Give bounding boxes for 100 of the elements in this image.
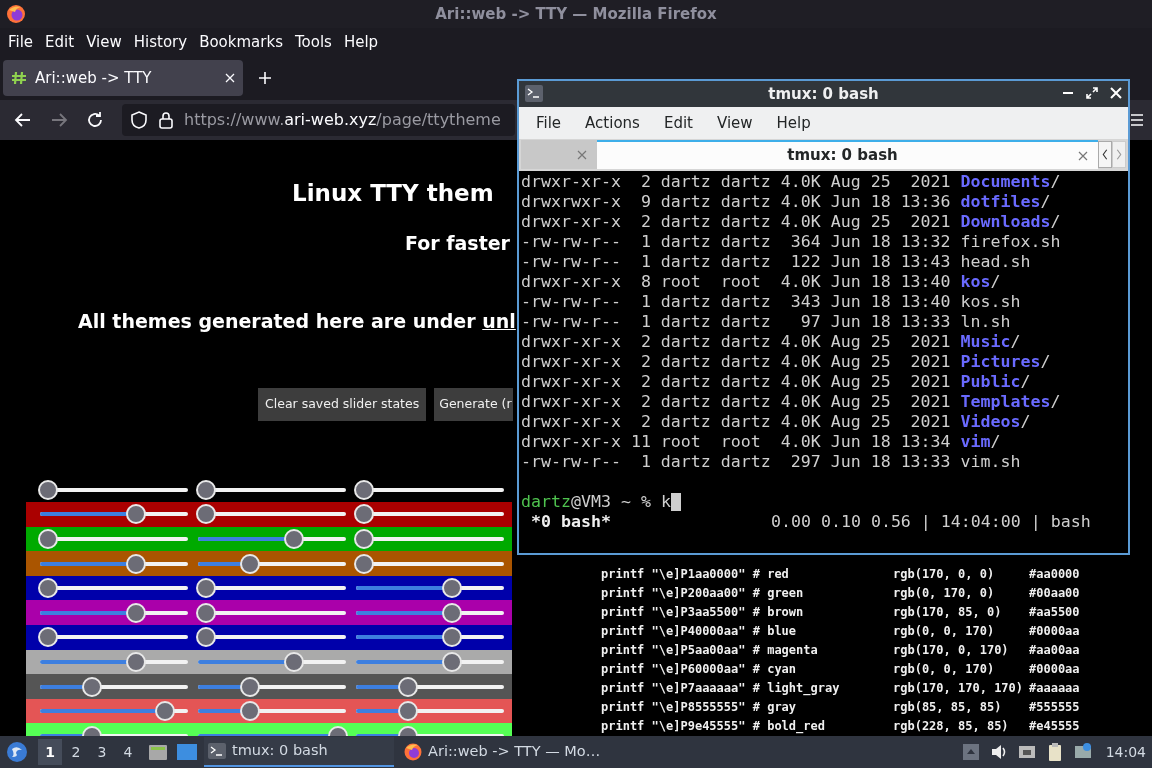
scroll-left-icon[interactable] [1098,141,1112,168]
slider[interactable] [38,627,190,648]
terminal-line: drwxr-xr-x 11 root root 4.0K Jun 18 13:34 vim/ [521,432,1001,452]
hex-text: #aaaaaa [1029,679,1080,697]
menu-item[interactable]: History [127,30,194,54]
terminal-line: drwxr-xr-x 2 dartz dartz 4.0K Aug 25 2021 Documents/ [521,172,1061,192]
slider[interactable] [38,553,190,574]
slider[interactable] [38,676,190,697]
browser-tab[interactable]: Ari::web -> TTY [3,60,243,96]
back-icon[interactable] [14,111,32,129]
menu-item[interactable]: File [525,111,573,135]
slider[interactable] [354,553,506,574]
slider[interactable] [196,701,348,722]
slider[interactable] [354,602,506,623]
slider[interactable] [354,627,506,648]
slider[interactable] [354,676,506,697]
file-manager-icon[interactable] [148,742,168,762]
workspace-button[interactable]: 1 [38,739,62,765]
start-menu-icon[interactable] [6,741,28,763]
terminal-line: drwxr-xr-x 2 dartz dartz 4.0K Aug 25 2021 Public/ [521,372,1031,392]
taskbar-button[interactable]: tmux: 0 bash [204,737,394,767]
slider[interactable] [38,651,190,672]
terminal-line: drwxr-xr-x 2 dartz dartz 4.0K Aug 25 2021 Downloads/ [521,212,1061,232]
hex-text: #aa5500 [1029,603,1080,621]
firefox-icon [404,743,422,761]
hex-text: #0000aa [1029,622,1080,640]
menu-icon[interactable] [1130,113,1144,127]
menu-item[interactable]: Tools [288,30,338,54]
terminal-tab[interactable]: tmux: 0 bash [597,140,1098,169]
menu-item[interactable]: Help [337,30,385,54]
maximize-icon[interactable] [1086,87,1098,99]
address-bar[interactable]: https://www.ari-web.xyz/page/ttytheme [122,104,515,136]
slider[interactable] [38,701,190,722]
new-tab-icon[interactable] [257,70,273,86]
terminal-line: -rw-rw-r-- 1 dartz dartz 297 Jun 18 13:33 vim.sh [521,452,1021,472]
menu-item[interactable]: Edit [652,111,704,135]
code-text: printf "\e]P200aa00" # green [601,584,805,602]
slider[interactable] [354,701,506,722]
slider[interactable] [196,651,348,672]
menu-item[interactable]: Actions [574,111,651,135]
slider[interactable] [196,529,348,549]
slider[interactable] [196,553,348,574]
rgb-text: rgb(170, 0, 170) [893,641,1010,659]
menu-item[interactable]: View [705,111,764,135]
slider[interactable] [196,479,348,500]
rgb-text: rgb(85, 85, 85) [893,698,1003,716]
hex-text: #00aa00 [1029,584,1080,602]
slider[interactable] [354,651,506,672]
slider[interactable] [354,529,506,549]
code-text: printf "\e]P60000aa" # cyan [601,660,798,678]
code-text: printf "\e]P40000aa" # blue [601,622,798,640]
rgb-text: rgb(170, 85, 0) [893,603,1003,621]
page-heading: Linux TTY them [292,179,494,208]
terminal-prompt[interactable]: dartz@VM3 ~ % k [521,492,681,512]
workspace-button[interactable]: 2 [64,739,88,765]
tmux-status-text: 0.00 0.10 0.56 | 14:04:00 | bash [771,512,1091,532]
forward-icon[interactable] [50,111,68,129]
slider[interactable] [38,602,190,623]
page-button[interactable]: Generate (r [434,387,514,421]
firefox-icon [6,4,26,24]
desktop-icon[interactable] [176,742,198,762]
terminal-line: drwxrwxr-x 9 dartz dartz 4.0K Jun 18 13:36 dotfiles/ [521,192,1051,212]
menu-item[interactable]: View [80,30,128,54]
slider[interactable] [38,504,190,525]
terminal-line: drwxr-xr-x 2 dartz dartz 4.0K Aug 25 2021 Pictures/ [521,352,1051,372]
page-button[interactable]: Clear saved slider states [258,387,427,421]
slider[interactable] [354,504,506,525]
slider[interactable] [196,602,348,623]
workspace-button[interactable]: 4 [116,739,140,765]
clock[interactable]: 14:04 [1105,741,1146,763]
code-text: printf "\e]P7aaaaaa" # light_gray [601,679,841,698]
slider[interactable] [354,479,506,500]
menu-item[interactable]: File [2,30,40,54]
rgb-text: rgb(170, 0, 0) [893,565,996,583]
slider[interactable] [38,479,190,500]
url-text: https://www.ari-web.xyz/page/ttytheme [184,109,501,131]
tmux-window-label: *0 bash* [530,512,612,532]
slider[interactable] [38,529,190,549]
menu-item[interactable]: Bookmarks [193,30,289,54]
slider[interactable] [196,676,348,697]
hash-icon [11,70,27,86]
slider[interactable] [196,627,348,648]
workspace-button[interactable]: 3 [90,739,114,765]
rgb-text: rgb(0, 0, 170) [893,622,996,640]
slider[interactable] [354,578,506,599]
menu-item[interactable]: Help [765,111,822,135]
rgb-text: rgb(170, 170, 170) [893,679,1025,697]
rgb-text: rgb(0, 170, 0) [893,584,996,602]
slider[interactable] [196,578,348,599]
code-text: printf "\e]P1aa0000" # red [601,565,790,583]
reload-icon[interactable] [86,111,104,129]
code-text: printf "\e]P3aa5500" # brown [601,603,805,621]
page-subheading: For faster [405,230,510,256]
slider[interactable] [196,504,348,525]
menu-item[interactable]: Edit [39,30,81,54]
slider[interactable] [38,578,190,599]
rgb-text: rgb(228, 85, 85) [893,717,1010,735]
license-link[interactable]: unl [482,307,516,336]
shield-icon[interactable] [130,111,148,129]
taskbar-button[interactable]: Ari::web -> TTY — Mo… [400,737,613,767]
